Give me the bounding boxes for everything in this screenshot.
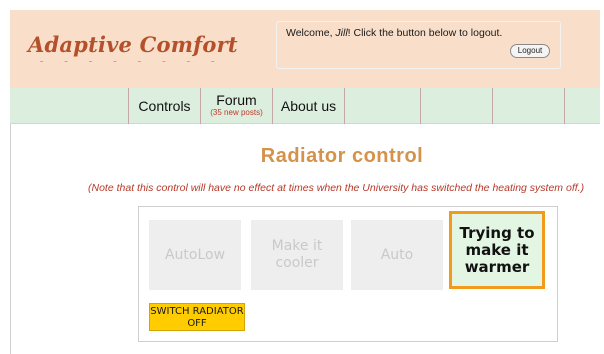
nav-item-forum[interactable]: Forum (35 new posts) <box>201 88 272 124</box>
forum-new-posts-badge: (35 new posts) <box>210 108 263 117</box>
radiator-control-panel: AutoLow Make it cooler Auto Trying to ma… <box>138 206 558 342</box>
make-warmer-button[interactable]: Trying to make it warmer <box>449 211 545 289</box>
welcome-prefix: Welcome, <box>286 27 336 39</box>
make-cooler-button[interactable]: Make it cooler <box>251 220 343 290</box>
welcome-suffix: ! Click the button below to logout. <box>347 27 503 39</box>
heating-note: (Note that this control will have no eff… <box>88 182 585 194</box>
logo-underline: - - - - - - - - - - <box>38 59 238 63</box>
nav-item-about-us[interactable]: About us <box>273 88 344 124</box>
welcome-box: Welcome, Jill! Click the button below to… <box>276 21 561 69</box>
nav-separator <box>492 88 493 124</box>
nav-bar: Controls Forum (35 new posts) About us <box>10 88 600 124</box>
nav-item-controls[interactable]: Controls <box>129 88 200 124</box>
nav-separator <box>344 88 345 124</box>
welcome-message: Welcome, Jill! Click the button below to… <box>286 27 502 39</box>
nav-separator <box>564 88 565 124</box>
nav-separator <box>420 88 421 124</box>
app-logo[interactable]: Adaptive Comfort <box>28 32 238 57</box>
nav-item-label: Controls <box>138 98 191 114</box>
nav-item-label: Forum <box>216 92 257 108</box>
switch-radiator-off-button[interactable]: SWITCH RADIATOR OFF <box>149 303 245 331</box>
autolow-button[interactable]: AutoLow <box>149 220 241 290</box>
page-title: Radiator control <box>260 145 424 167</box>
nav-item-label: About us <box>280 98 337 114</box>
logout-button[interactable]: Logout <box>510 44 550 58</box>
auto-button[interactable]: Auto <box>351 220 443 290</box>
header: Adaptive Comfort - - - - - - - - - - Wel… <box>10 10 600 88</box>
user-name: Jill <box>335 27 348 39</box>
